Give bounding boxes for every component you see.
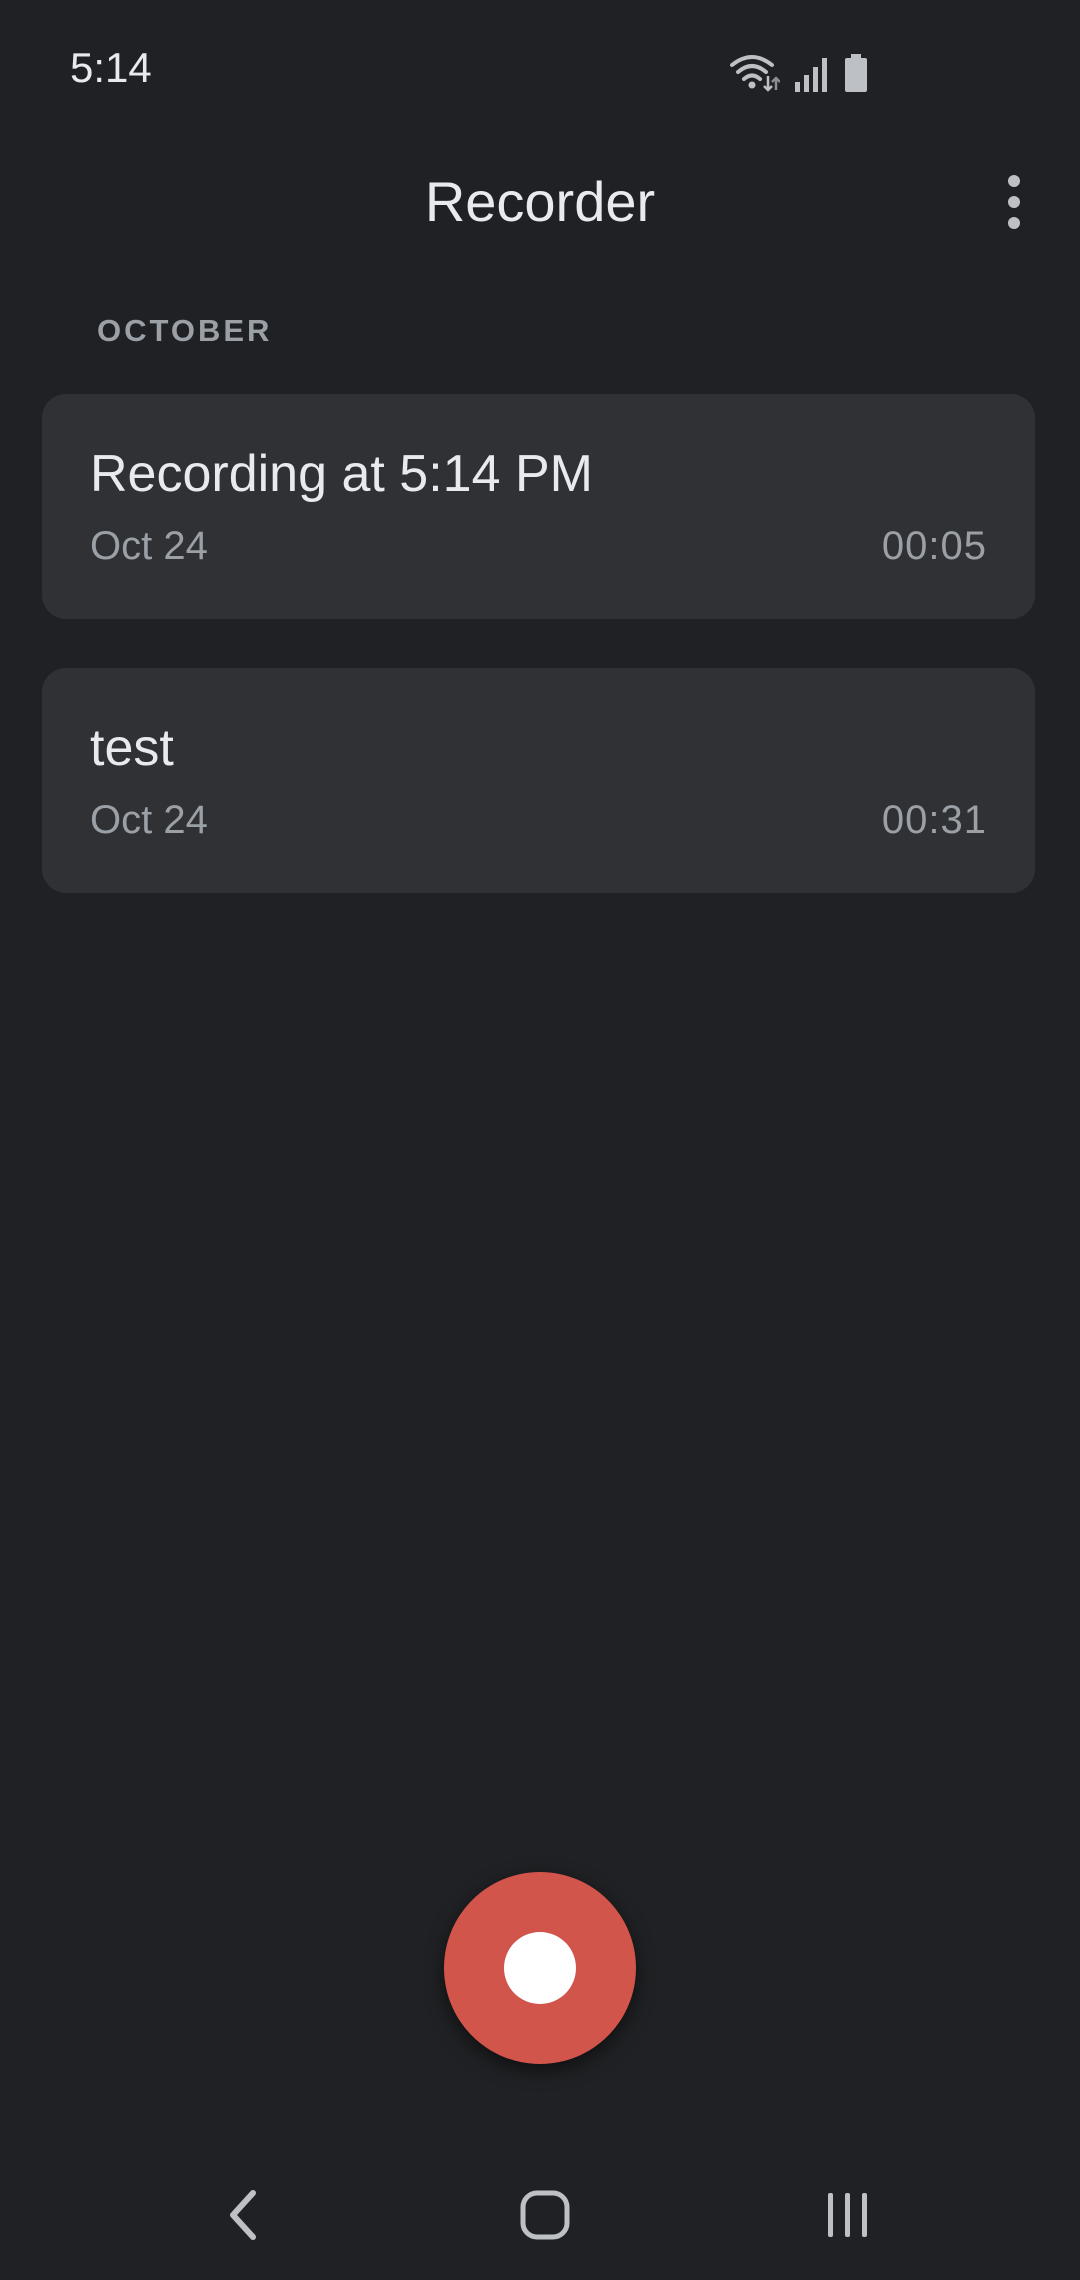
recents-button[interactable] <box>808 2180 888 2250</box>
recording-list: Recording at 5:14 PM Oct 24 00:05 test O… <box>42 394 1035 942</box>
back-icon <box>230 2190 256 2240</box>
recording-item[interactable]: test Oct 24 00:31 <box>42 668 1035 893</box>
page-title: Recorder <box>424 170 656 233</box>
more-vert-icon-dot <box>1008 196 1020 208</box>
status-bar: 5:14 <box>0 0 1080 145</box>
recording-date: Oct 24 <box>90 524 208 568</box>
cellular-signal-icon <box>794 56 830 92</box>
more-options-button[interactable] <box>984 167 1044 237</box>
recording-date: Oct 24 <box>90 798 208 842</box>
back-button[interactable] <box>203 2180 283 2250</box>
record-button[interactable] <box>444 1872 636 2064</box>
wifi-icon <box>730 52 780 92</box>
status-icons <box>730 50 868 92</box>
recording-duration: 00:05 <box>881 524 987 568</box>
more-vert-icon-dot <box>1008 217 1020 229</box>
section-header: OCTOBER <box>97 313 273 348</box>
more-vert-icon-dot <box>1008 175 1020 187</box>
recording-item[interactable]: Recording at 5:14 PM Oct 24 00:05 <box>42 394 1035 619</box>
battery-icon <box>844 54 868 92</box>
status-time: 5:14 <box>70 44 152 91</box>
record-icon <box>504 1932 576 2004</box>
recording-title: Recording at 5:14 PM <box>90 445 593 503</box>
recording-title: test <box>90 719 174 777</box>
navigation-bar <box>0 2150 1080 2280</box>
app-bar: Recorder <box>0 145 1080 260</box>
recording-duration: 00:31 <box>881 798 987 842</box>
home-icon <box>520 2190 570 2240</box>
home-button[interactable] <box>505 2180 585 2250</box>
recents-icon <box>828 2193 867 2237</box>
